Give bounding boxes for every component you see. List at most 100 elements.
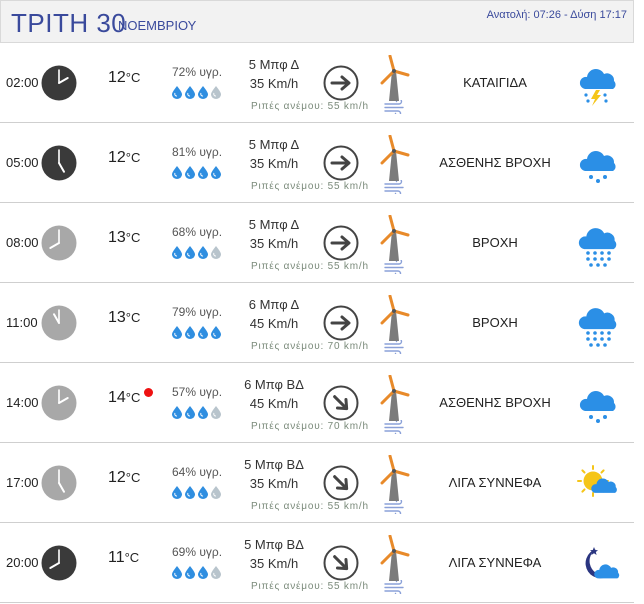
humidity-drops-icon — [171, 565, 223, 579]
month-label: ΝΟΕΜΒΡΙΟΥ — [118, 18, 197, 33]
hour-label: 11:00 — [6, 315, 38, 330]
humidity-drops-icon — [171, 165, 223, 179]
temperature-unit: °C — [125, 150, 141, 165]
temperature-unit: °C — [125, 230, 141, 245]
light-rain-icon — [576, 143, 620, 187]
wind-gusts: Ριπές ανέμου: 55 km/h — [251, 501, 369, 512]
partly-cloudy-day-icon — [576, 463, 620, 507]
forecast-row: 14:00 14°C 57% υγρ. 6 Μπφ ΒΔ 45 Km/h Ριπές α… — [0, 363, 634, 443]
forecast-row: 11:00 13°C 79% υγρ. 6 Μπφ Δ 45 Km/h Ριπές αν… — [0, 283, 634, 363]
rain-icon — [576, 223, 620, 267]
wind-beaufort: 5 Μπφ Δ — [248, 217, 300, 232]
humidity-label: 72% υγρ. — [172, 65, 223, 79]
temperature: 12°C — [108, 469, 140, 487]
wind-direction-arrow-icon — [323, 305, 359, 341]
partly-cloudy-night-icon — [576, 543, 620, 587]
condition-label: ΚΑΤΑΙΓΙΔΑ — [463, 75, 527, 90]
forecast-row: 08:00 13°C 68% υγρ. 5 Μπφ Δ 35 Km/h Ριπές αν… — [0, 203, 634, 283]
wind-speed: 45 Km/h — [249, 316, 299, 331]
condition-label: ΛΙΓΑ ΣΥΝΝΕΦΑ — [448, 555, 542, 570]
wind-direction-arrow-icon — [323, 545, 359, 581]
temperature-unit: °C — [125, 470, 141, 485]
wind-direction-arrow-icon — [323, 385, 359, 421]
humidity-drops-icon — [171, 485, 223, 499]
windmill-icon — [376, 294, 410, 343]
temperature: 14°C — [108, 389, 140, 407]
wind-direction-arrow-icon — [323, 145, 359, 181]
wind-speed: 35 Km/h — [249, 76, 299, 91]
temperature-unit: °C — [125, 70, 141, 85]
temperature-value: 12 — [108, 69, 126, 86]
temperature-value: 11 — [108, 549, 125, 566]
windmill-icon — [376, 214, 410, 263]
temperature: 13°C — [108, 229, 140, 247]
wind-gusts: Ριπές ανέμου: 70 km/h — [251, 341, 369, 352]
wind-speed: 35 Km/h — [249, 156, 299, 171]
thunderstorm-icon — [576, 63, 620, 107]
clock-icon — [41, 305, 77, 341]
wind-direction-arrow-icon — [323, 465, 359, 501]
wind-beaufort: 5 Μπφ Δ — [248, 137, 300, 152]
windmill-icon — [376, 134, 410, 183]
forecast-row: 02:00 12°C 72% υγρ. 5 Μπφ Δ 35 Km/h Ριπές αν… — [0, 43, 634, 123]
wind-speed: 35 Km/h — [249, 476, 299, 491]
temperature-unit: °C — [124, 550, 140, 565]
hour-label: 08:00 — [6, 235, 39, 250]
hour-label: 14:00 — [6, 395, 39, 410]
day-title: ΤΡΙΤΗ 30 — [11, 8, 127, 38]
humidity-label: 57% υγρ. — [172, 385, 223, 399]
condition-label: ΒΡΟΧΗ — [472, 235, 518, 250]
hour-label: 17:00 — [6, 475, 39, 490]
condition-label: ΛΙΓΑ ΣΥΝΝΕΦΑ — [448, 475, 542, 490]
day-header: ΤΡΙΤΗ 30 ΝΟΕΜΒΡΙΟΥ Ανατολή: 07:26 - Δύση… — [0, 0, 634, 43]
temperature-unit: °C — [125, 390, 141, 405]
humidity-drops-icon — [171, 405, 223, 419]
sunrise-sunset: Ανατολή: 07:26 - Δύση 17:17 — [486, 9, 627, 21]
temperature: 11°C — [108, 549, 139, 567]
windmill-icon — [376, 454, 410, 503]
temperature-value: 12 — [108, 469, 126, 486]
humidity-label: 64% υγρ. — [172, 465, 223, 479]
temperature: 12°C — [108, 149, 140, 167]
condition-label: ΑΣΘΕΝΗΣ ΒΡΟΧΗ — [439, 155, 551, 170]
clock-icon — [41, 65, 77, 101]
windmill-icon — [376, 54, 410, 103]
humidity-label: 69% υγρ. — [172, 545, 223, 559]
forecast-row: 05:00 12°C 81% υγρ. 5 Μπφ Δ 35 Km/h Ριπές αν… — [0, 123, 634, 203]
wind-gusts: Ριπές ανέμου: 70 km/h — [251, 421, 369, 432]
clock-icon — [41, 225, 77, 261]
windmill-icon — [376, 534, 410, 583]
wind-speed: 35 Km/h — [249, 236, 299, 251]
warning-dot-icon — [144, 388, 153, 397]
wind-gusts: Ριπές ανέμου: 55 km/h — [251, 181, 369, 192]
forecast-row: 20:00 11°C 69% υγρ. 5 Μπφ ΒΔ 35 Km/h Ριπές α… — [0, 523, 634, 603]
wind-beaufort: 6 Μπφ ΒΔ — [244, 377, 304, 392]
wind-speed: 35 Km/h — [249, 556, 299, 571]
humidity-drops-icon — [171, 245, 223, 259]
hour-label: 20:00 — [6, 555, 39, 570]
humidity-label: 79% υγρ. — [172, 305, 223, 319]
temperature-value: 13 — [108, 229, 126, 246]
clock-icon — [41, 385, 77, 421]
windmill-icon — [376, 374, 410, 423]
hour-label: 05:00 — [6, 155, 39, 170]
wind-gusts: Ριπές ανέμου: 55 km/h — [251, 101, 369, 112]
temperature: 12°C — [108, 69, 140, 87]
wind-beaufort: 5 Μπφ ΒΔ — [244, 457, 304, 472]
clock-icon — [41, 145, 77, 181]
wind-gusts: Ριπές ανέμου: 55 km/h — [251, 581, 369, 592]
temperature-value: 12 — [108, 149, 126, 166]
wind-beaufort: 5 Μπφ Δ — [248, 57, 300, 72]
temperature-unit: °C — [125, 310, 141, 325]
condition-label: ΑΣΘΕΝΗΣ ΒΡΟΧΗ — [439, 395, 551, 410]
humidity-label: 81% υγρ. — [172, 145, 223, 159]
clock-icon — [41, 465, 77, 501]
hour-label: 02:00 — [6, 75, 39, 90]
wind-direction-arrow-icon — [323, 225, 359, 261]
temperature-value: 13 — [108, 309, 126, 326]
wind-speed: 45 Km/h — [249, 396, 299, 411]
temperature: 13°C — [108, 309, 140, 327]
temperature-value: 14 — [108, 389, 126, 406]
humidity-drops-icon — [171, 325, 223, 339]
clock-icon — [41, 545, 77, 581]
